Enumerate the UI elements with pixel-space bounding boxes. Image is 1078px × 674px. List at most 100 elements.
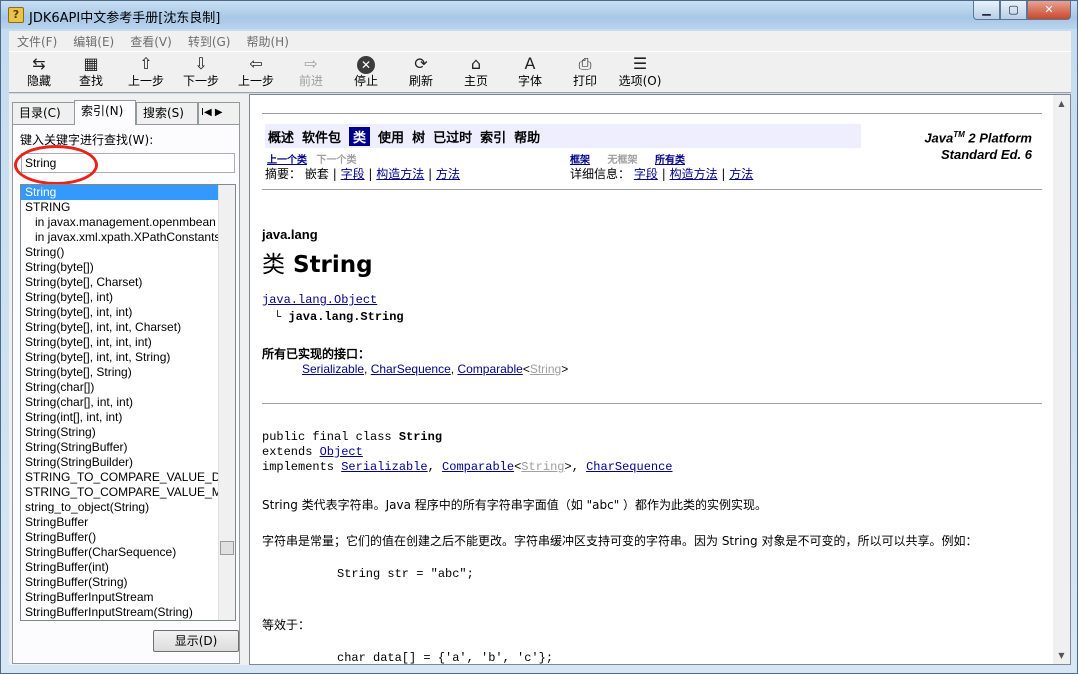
index-list-item[interactable]: String(char[]) xyxy=(21,380,219,395)
refresh-icon: ⟳ xyxy=(414,54,428,73)
index-list-item[interactable]: String(byte[], int) xyxy=(21,290,219,305)
index-list-item[interactable]: String(int[], int, int) xyxy=(21,410,219,425)
show-button[interactable]: 显示(D) xyxy=(153,630,239,652)
title-bar[interactable]: ? JDK6API中文参考手册[沈东良制] ▁ ▢ ✕ xyxy=(1,1,1077,29)
platform-label: JavaTM 2 Platform Standard Ed. 6 xyxy=(924,126,1032,163)
decl-comma-2: , xyxy=(571,460,587,474)
index-list-item[interactable]: StringBuffer() xyxy=(21,530,219,545)
tab-scroll-arrows[interactable]: I◀ ▶ xyxy=(198,102,240,124)
stop-icon: ✕ xyxy=(357,56,375,74)
tab-search[interactable]: 搜索(S) xyxy=(136,102,198,124)
object-link[interactable]: java.lang.Object xyxy=(262,293,377,307)
index-list-item[interactable]: StringBuffer(CharSequence) xyxy=(21,545,219,560)
keyword-input[interactable]: String xyxy=(21,153,235,173)
scroll-up-icon[interactable]: ▲ xyxy=(1053,95,1070,112)
decl-charsequence-link[interactable]: CharSequence xyxy=(586,460,672,474)
index-list-item[interactable]: StringBufferInputStream(String) xyxy=(21,605,219,620)
index-list-item[interactable]: String(byte[], int, int, int) xyxy=(21,335,219,350)
index-list-item[interactable]: STRING_TO_COMPARE_VALUE_M xyxy=(21,485,219,500)
comparable-link[interactable]: Comparable xyxy=(457,362,522,376)
back-button[interactable]: ⇦ 上一步 xyxy=(230,54,282,92)
close-button[interactable]: ✕ xyxy=(1027,1,1071,20)
index-list-item[interactable]: String(byte[], String) xyxy=(21,365,219,380)
maximize-button[interactable]: ▢ xyxy=(1000,1,1027,20)
index-list-item[interactable]: String(StringBuilder) xyxy=(21,455,219,470)
index-list-item[interactable]: String(String) xyxy=(21,425,219,440)
menu-help[interactable]: 帮助(H) xyxy=(238,33,296,50)
index-list-item[interactable]: in javax.xml.xpath.XPathConstants xyxy=(21,230,219,245)
menu-go[interactable]: 转到(G) xyxy=(180,33,239,50)
generic-string-link[interactable]: String xyxy=(530,362,561,376)
up-arrow-icon: ⇧ xyxy=(139,54,153,73)
index-list-item[interactable]: String xyxy=(21,185,219,200)
nav-deprecated[interactable]: 已过时 xyxy=(433,127,472,146)
decl-serializable-link[interactable]: Serializable xyxy=(341,460,427,474)
print-button[interactable]: ⎙ 打印 xyxy=(559,54,611,92)
index-list-item[interactable]: String(byte[], int, int) xyxy=(21,305,219,320)
font-button[interactable]: A 字体 xyxy=(504,54,556,92)
detail-method-link[interactable]: 方法 xyxy=(729,167,753,181)
sep-5: | xyxy=(721,167,726,181)
summary-method-link[interactable]: 方法 xyxy=(436,167,460,181)
index-list-item[interactable]: String(char[], int, int) xyxy=(21,395,219,410)
index-list[interactable]: String STRING in javax.management.openmbea… xyxy=(20,184,236,621)
index-list-item[interactable]: StringBuffer(int) xyxy=(21,560,219,575)
index-list-item[interactable]: String(byte[], Charset) xyxy=(21,275,219,290)
index-list-item[interactable]: String(byte[]) xyxy=(21,260,219,275)
menu-view[interactable]: 查看(V) xyxy=(122,33,180,50)
home-button[interactable]: ⌂ 主页 xyxy=(450,54,502,92)
nav-tree[interactable]: 树 xyxy=(412,127,425,146)
index-list-item[interactable]: STRING_TO_COMPARE_VALUE_D xyxy=(21,470,219,485)
keyword-label: 键入关键字进行查找(W): xyxy=(20,133,154,147)
nav-use[interactable]: 使用 xyxy=(378,127,404,146)
nav-index[interactable]: 索引 xyxy=(480,127,506,146)
index-list-item[interactable]: StringBufferInputStream xyxy=(21,590,219,605)
index-list-item[interactable]: StringBuffer(String) xyxy=(21,575,219,590)
prev-topic-button[interactable]: ⇧ 上一步 xyxy=(120,54,172,92)
document-scrollbar[interactable]: ▲ ▼ xyxy=(1053,95,1070,664)
class-name: String xyxy=(293,252,373,278)
forward-button[interactable]: ⇨ 前进 xyxy=(285,54,337,92)
next-topic-button[interactable]: ⇩ 下一步 xyxy=(175,54,227,92)
detail-field-link[interactable]: 字段 xyxy=(634,167,658,181)
summary-field-link[interactable]: 字段 xyxy=(341,167,365,181)
pane-splitter[interactable] xyxy=(241,94,249,665)
find-button[interactable]: ▦ 查找 xyxy=(65,54,117,92)
tab-contents[interactable]: 目录(C) xyxy=(12,102,75,124)
detail-constructor-link[interactable]: 构造方法 xyxy=(670,167,718,181)
index-list-item[interactable]: String(StringBuffer) xyxy=(21,440,219,455)
decl-generic-string-link[interactable]: String xyxy=(521,460,564,474)
print-label: 打印 xyxy=(572,74,597,88)
index-list-item[interactable]: String() xyxy=(21,245,219,260)
nav-help[interactable]: 帮助 xyxy=(514,127,540,146)
index-list-item[interactable]: in javax.management.openmbean xyxy=(21,215,219,230)
minimize-button[interactable]: ▁ xyxy=(973,1,1000,20)
menu-edit[interactable]: 编辑(E) xyxy=(65,33,122,50)
charsequence-link[interactable]: CharSequence xyxy=(371,362,451,376)
menu-file[interactable]: 文件(F) xyxy=(9,33,65,50)
back-label: 上一步 xyxy=(237,74,274,88)
decl-extends: extends xyxy=(262,445,320,459)
decl-comparable-link[interactable]: Comparable xyxy=(442,460,514,474)
options-button[interactable]: ☰ 选项(O) xyxy=(614,54,666,92)
summary-constructor-link[interactable]: 构造方法 xyxy=(376,167,424,181)
decl-object-link[interactable]: Object xyxy=(320,445,363,459)
scroll-down-icon[interactable]: ▼ xyxy=(1053,647,1070,664)
decl-line-3: implements Serializable, Comparable<Stri… xyxy=(262,460,673,475)
refresh-button[interactable]: ⟳ 刷新 xyxy=(395,54,447,92)
tab-index[interactable]: 索引(N) xyxy=(74,100,136,125)
class-title: 类 String xyxy=(262,245,373,279)
stop-button[interactable]: ✕ 停止 xyxy=(340,54,392,92)
serializable-link[interactable]: Serializable xyxy=(302,362,364,376)
hide-button[interactable]: ⇆ 隐藏 xyxy=(13,54,65,92)
index-list-item[interactable]: STRING xyxy=(21,200,219,215)
index-scrollbar[interactable] xyxy=(218,185,235,620)
index-scroll-thumb[interactable] xyxy=(220,541,234,555)
index-list-item[interactable]: String(byte[], int, int, Charset) xyxy=(21,320,219,335)
index-list-item[interactable]: StringBuffer xyxy=(21,515,219,530)
index-list-item[interactable]: String(byte[], int, int, String) xyxy=(21,350,219,365)
nav-package[interactable]: 软件包 xyxy=(302,127,341,146)
nav-overview[interactable]: 概述 xyxy=(268,127,294,146)
index-list-item[interactable]: string_to_object(String) xyxy=(21,500,219,515)
hierarchy-parent: java.lang.Object xyxy=(262,293,377,307)
